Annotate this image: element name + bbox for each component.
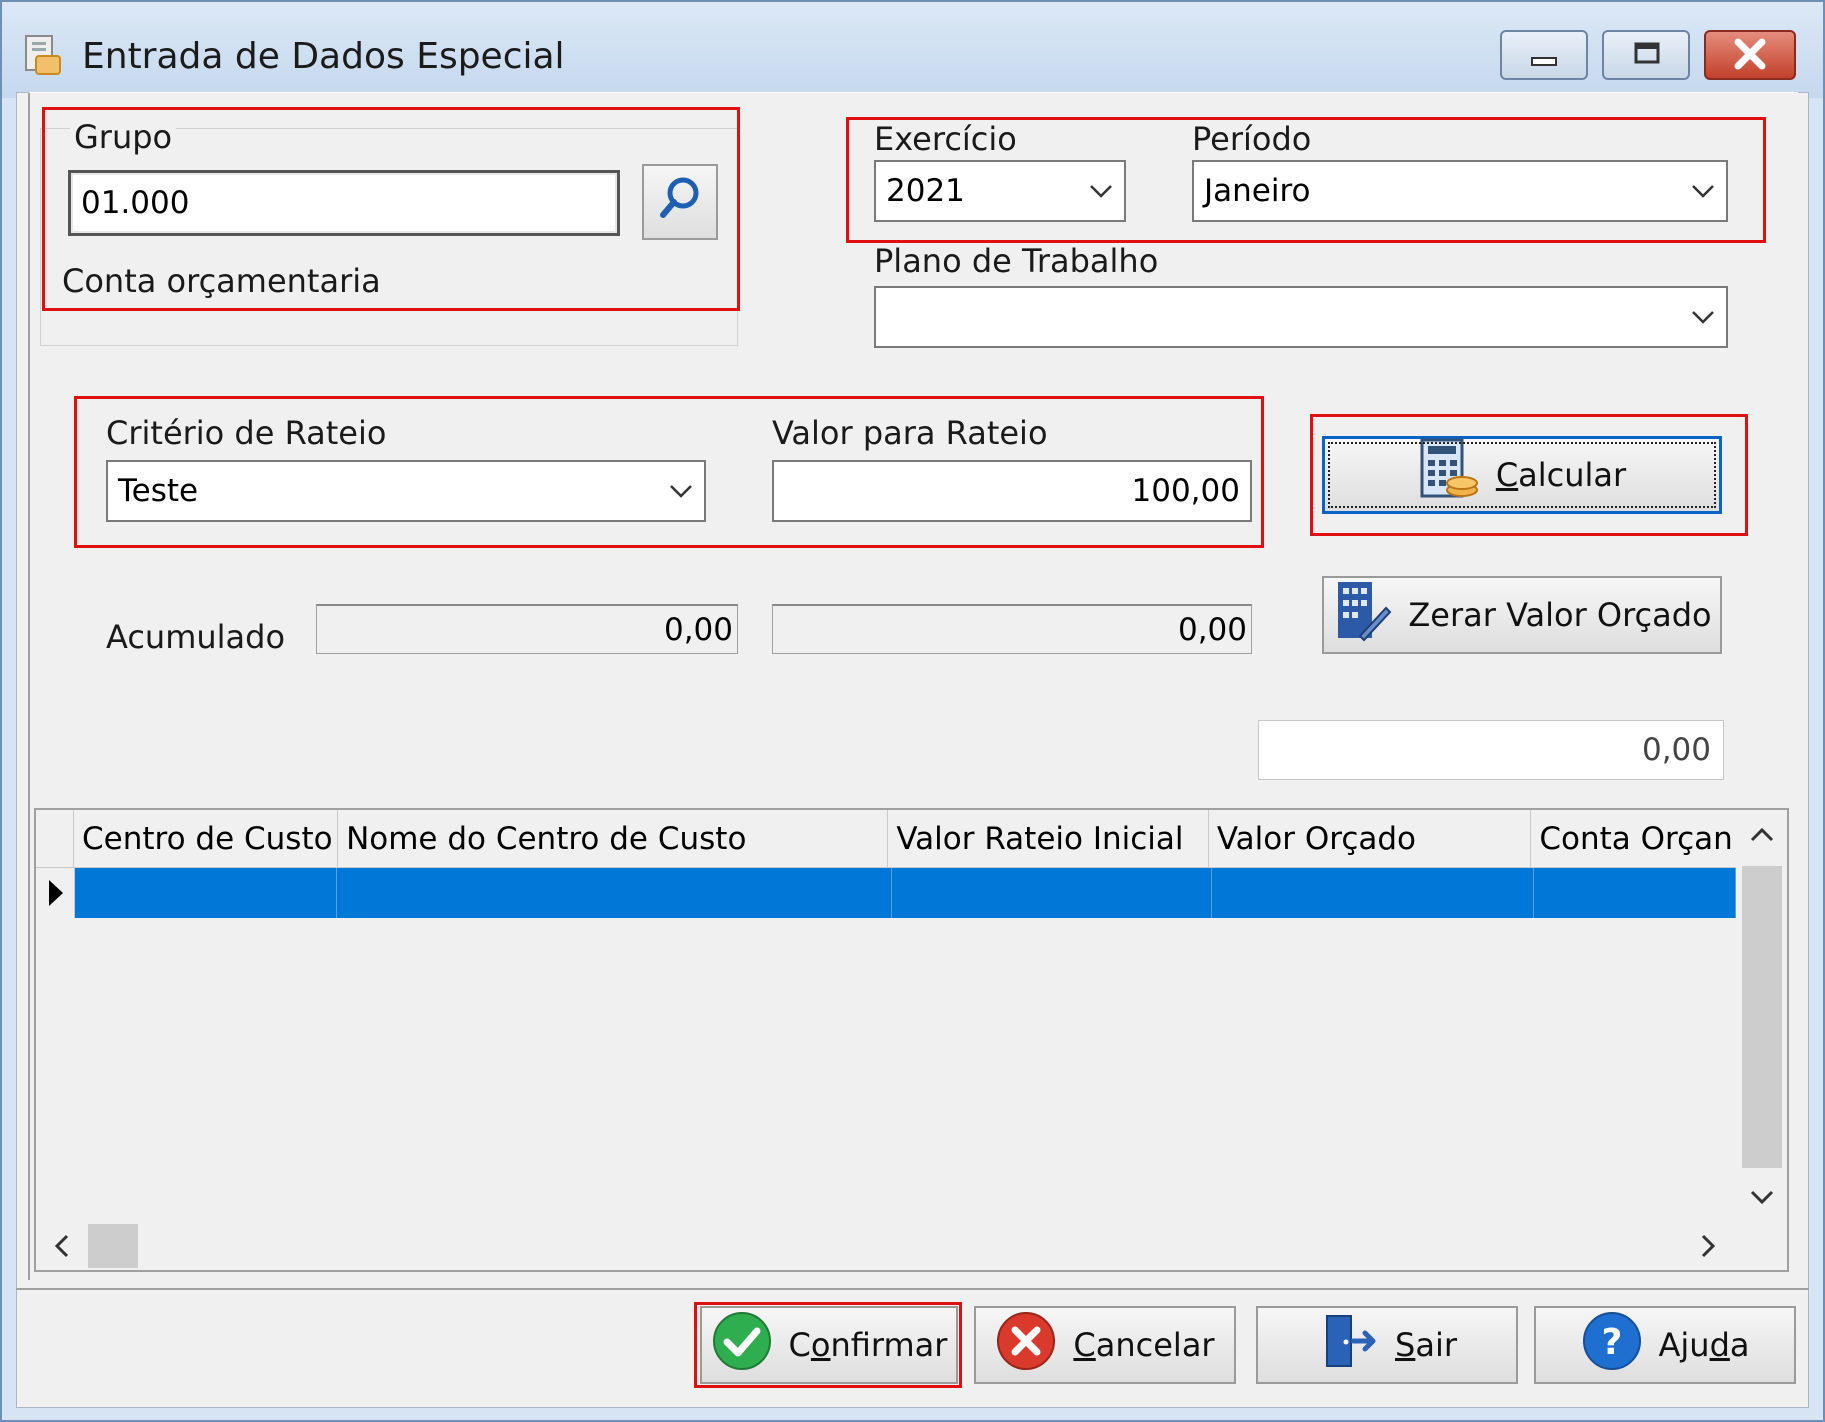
minimize-button[interactable] — [1500, 30, 1588, 80]
chevron-down-icon — [1088, 178, 1114, 204]
app-icon — [24, 34, 64, 78]
zerar-valor-label: Zerar Valor Orçado — [1408, 596, 1712, 634]
criterio-value: Teste — [118, 473, 199, 509]
criterio-select[interactable]: Teste — [106, 460, 706, 522]
vertical-scrollbar[interactable] — [1736, 810, 1787, 1222]
chevron-down-icon — [668, 478, 694, 504]
scroll-thumb[interactable] — [88, 1224, 138, 1268]
chevron-down-icon — [1690, 178, 1716, 204]
grid-cell[interactable] — [74, 868, 337, 918]
row-indicator-header — [36, 810, 74, 867]
confirmar-label: Confirmar — [788, 1326, 948, 1364]
calculator-icon — [1418, 438, 1480, 512]
column-header-conta-orcamentaria[interactable]: Conta Orçan — [1531, 810, 1736, 867]
exercicio-value: 2021 — [886, 173, 965, 209]
periodo-label: Período — [1192, 120, 1312, 158]
exit-door-icon — [1317, 1310, 1379, 1380]
calcular-label: Calcular — [1495, 456, 1627, 494]
scroll-right-icon[interactable] — [1690, 1230, 1726, 1262]
search-button[interactable] — [642, 164, 718, 240]
grid-cell[interactable] — [1533, 868, 1736, 918]
table-row[interactable] — [36, 868, 1736, 918]
grupo-description: Conta orçamentaria — [62, 262, 381, 300]
close-window-button[interactable] — [1704, 30, 1796, 80]
sair-label: Sair — [1395, 1326, 1457, 1364]
grid-header: Centro de Custo Nome do Centro de Custo … — [36, 810, 1736, 868]
column-header-centro-custo[interactable]: Centro de Custo — [74, 810, 339, 867]
help-icon: ? — [1581, 1310, 1643, 1380]
scroll-thumb[interactable] — [1742, 866, 1782, 1168]
criterio-label: Critério de Rateio — [106, 414, 387, 452]
calcular-button[interactable]: Calcular — [1322, 436, 1722, 514]
grupo-input[interactable]: 01.000 — [68, 170, 620, 236]
periodo-select[interactable]: Janeiro — [1192, 160, 1728, 222]
periodo-value: Janeiro — [1204, 173, 1311, 209]
horizontal-scrollbar[interactable] — [36, 1222, 1736, 1270]
search-icon — [657, 175, 703, 229]
total-field: 0,00 — [1258, 720, 1724, 780]
acumulado-label: Acumulado — [106, 618, 286, 656]
grid-cell[interactable] — [336, 868, 892, 918]
exercicio-select[interactable]: 2021 — [874, 160, 1126, 222]
check-circle-icon — [711, 1310, 773, 1380]
valor-rateio-label: Valor para Rateio — [772, 414, 1048, 452]
column-header-valor-rateio-inicial[interactable]: Valor Rateio Inicial — [888, 810, 1209, 867]
scroll-down-icon[interactable] — [1736, 1172, 1787, 1222]
confirmar-button[interactable]: Confirmar — [700, 1306, 958, 1384]
cancelar-label: Cancelar — [1073, 1326, 1215, 1364]
ajuda-button[interactable]: ? Ajuda — [1534, 1306, 1796, 1384]
zerar-valor-button[interactable]: Zerar Valor Orçado — [1322, 576, 1722, 654]
maximize-button[interactable] — [1602, 30, 1690, 80]
grupo-label: Grupo — [70, 118, 177, 156]
plano-select[interactable] — [874, 286, 1728, 348]
svg-text:?: ? — [1601, 1322, 1622, 1363]
column-header-nome-centro[interactable]: Nome do Centro de Custo — [338, 810, 889, 867]
chevron-down-icon — [1690, 304, 1716, 330]
cancel-icon — [995, 1310, 1057, 1380]
building-edit-icon — [1332, 578, 1392, 652]
plano-label: Plano de Trabalho — [874, 242, 1159, 280]
window-title: Entrada de Dados Especial — [82, 36, 565, 77]
current-row-arrow-icon — [36, 868, 75, 918]
acumulado-field-1: 0,00 — [316, 604, 738, 654]
sair-button[interactable]: Sair — [1256, 1306, 1518, 1384]
exercicio-label: Exercício — [874, 120, 1017, 158]
grid-cell[interactable] — [1211, 868, 1534, 918]
scroll-up-icon[interactable] — [1736, 810, 1787, 860]
cancelar-button[interactable]: Cancelar — [974, 1306, 1236, 1384]
scroll-left-icon[interactable] — [44, 1230, 80, 1262]
ajuda-label: Ajuda — [1658, 1326, 1750, 1364]
grid-cell[interactable] — [891, 868, 1212, 918]
acumulado-field-2: 0,00 — [772, 604, 1252, 654]
valor-rateio-input[interactable]: 100,00 — [772, 460, 1252, 522]
footer-divider — [16, 1288, 1809, 1290]
column-header-valor-orcado[interactable]: Valor Orçado — [1209, 810, 1532, 867]
